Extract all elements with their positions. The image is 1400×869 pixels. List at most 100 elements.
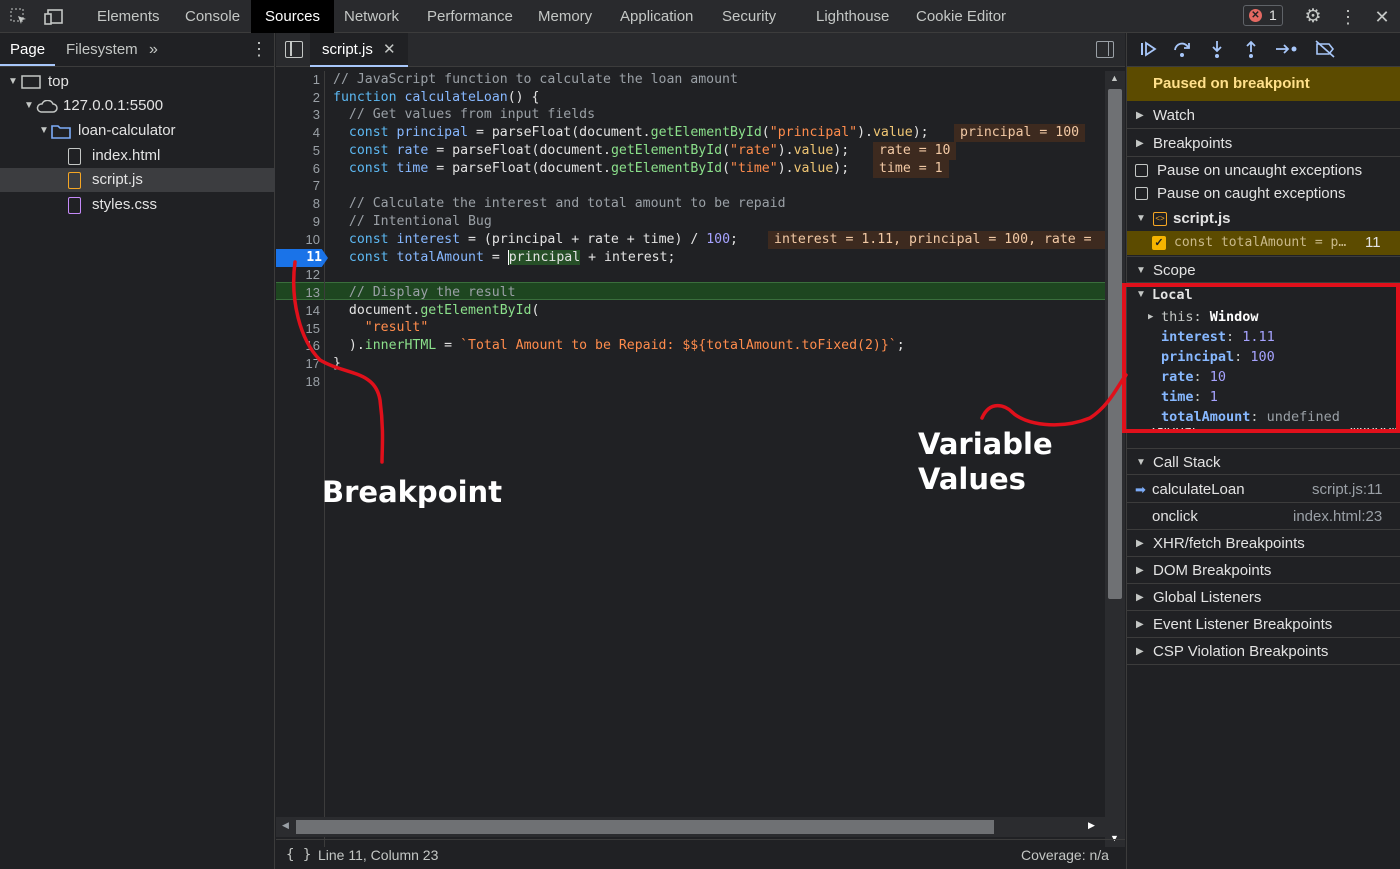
step-icon[interactable] bbox=[1274, 39, 1297, 61]
scope-variable[interactable]: principal: 100 bbox=[1161, 347, 1275, 367]
call-frame[interactable]: ➡ calculateLoan script.js:11 bbox=[1127, 476, 1400, 503]
section-dom-breakpoints[interactable]: ▶ DOM Breakpoints bbox=[1127, 557, 1400, 584]
section-global-listeners[interactable]: ▶ Global Listeners bbox=[1127, 584, 1400, 611]
tab-application[interactable]: Application bbox=[620, 0, 693, 33]
more-options-icon[interactable]: ⋮ bbox=[1338, 7, 1358, 27]
toggle-debugger-icon[interactable] bbox=[1096, 41, 1114, 58]
section-watch[interactable]: ▶ Watch bbox=[1127, 102, 1400, 129]
scope-variable[interactable]: interest: 1.11 bbox=[1161, 327, 1275, 347]
line-number[interactable]: 17 bbox=[280, 355, 320, 373]
section-xhr-breakpoints[interactable]: ▶ XHR/fetch Breakpoints bbox=[1127, 530, 1400, 557]
tab-network[interactable]: Network bbox=[344, 0, 399, 33]
call-frame-location[interactable]: script.js:11 bbox=[1312, 476, 1383, 503]
vertical-scrollbar[interactable]: ▲ ▼ bbox=[1105, 71, 1125, 847]
scope-value: undefined bbox=[1266, 409, 1340, 425]
resume-icon[interactable] bbox=[1137, 39, 1159, 61]
scope-local[interactable]: ▼ Local bbox=[1127, 284, 1400, 306]
tab-cookie-editor[interactable]: Cookie Editor bbox=[916, 0, 1006, 33]
checkmark-icon[interactable]: ✓ bbox=[1152, 236, 1166, 250]
code-line: // Calculate the interest and total amou… bbox=[348, 196, 786, 211]
tab-sources[interactable]: Sources bbox=[251, 0, 335, 33]
tab-page[interactable]: Page bbox=[0, 33, 56, 66]
line-number[interactable]: 4 bbox=[280, 124, 320, 142]
scope-this[interactable]: ▶ this: Window bbox=[1148, 307, 1259, 327]
tab-performance[interactable]: Performance bbox=[427, 0, 513, 33]
step-over-icon[interactable] bbox=[1171, 39, 1193, 61]
line-number[interactable]: 18 bbox=[280, 373, 320, 391]
step-out-icon[interactable] bbox=[1240, 39, 1262, 61]
line-number[interactable]: 6 bbox=[280, 160, 320, 178]
inspect-element-icon[interactable] bbox=[9, 7, 29, 27]
tree-item-top[interactable]: ▼ top bbox=[0, 70, 275, 94]
line-number[interactable]: 2 bbox=[280, 89, 320, 107]
inline-value-time: time = 1 bbox=[873, 160, 949, 178]
tree-item-script-js[interactable]: script.js bbox=[0, 168, 275, 192]
tab-security[interactable]: Security bbox=[722, 0, 776, 33]
scope-value: 100 bbox=[1250, 349, 1275, 365]
tree-item-folder[interactable]: ▼ loan-calculator bbox=[0, 119, 275, 143]
pause-uncaught-exceptions[interactable]: Pause on uncaught exceptions bbox=[1127, 159, 1400, 182]
line-number[interactable]: 7 bbox=[280, 177, 320, 195]
call-frame[interactable]: onclick index.html:23 bbox=[1127, 503, 1400, 530]
deactivate-breakpoints-icon[interactable] bbox=[1314, 39, 1336, 61]
scope-variable[interactable]: totalAmount: undefined bbox=[1161, 407, 1340, 427]
more-tabs-chevron-icon[interactable]: » bbox=[149, 33, 158, 66]
toggle-navigator-icon[interactable] bbox=[285, 41, 303, 58]
line-number-gutter[interactable]: 1 2 3 4 5 6 7 8 9 10 12 13 14 15 16 17 1… bbox=[276, 71, 325, 847]
tree-item-styles-css[interactable]: styles.css bbox=[0, 193, 275, 217]
close-tab-icon[interactable]: ✕ bbox=[383, 41, 396, 58]
pause-caught-exceptions[interactable]: Pause on caught exceptions bbox=[1127, 182, 1400, 205]
line-number[interactable]: 1 bbox=[280, 71, 320, 89]
editor-file-tab[interactable]: script.js ✕ bbox=[310, 33, 408, 67]
settings-gear-icon[interactable]: ⚙ bbox=[1303, 7, 1323, 27]
section-call-stack[interactable]: ▼ Call Stack bbox=[1127, 448, 1400, 475]
tab-elements[interactable]: Elements bbox=[97, 0, 160, 33]
scroll-right-arrow-icon[interactable]: ▶ bbox=[1088, 820, 1095, 831]
line-number[interactable]: 15 bbox=[280, 320, 320, 338]
vertical-scroll-thumb[interactable] bbox=[1108, 89, 1122, 599]
line-number[interactable]: 16 bbox=[280, 337, 320, 355]
line-number[interactable]: 3 bbox=[280, 106, 320, 124]
error-count-badge[interactable]: ✕ 1 bbox=[1243, 5, 1283, 26]
breakpoint-marker[interactable]: 11 bbox=[276, 249, 328, 267]
device-toolbar-icon[interactable] bbox=[43, 7, 63, 27]
pretty-print-icon[interactable]: { } bbox=[286, 840, 311, 869]
line-number[interactable]: 8 bbox=[280, 195, 320, 213]
checkbox[interactable] bbox=[1135, 187, 1148, 200]
scope-variable[interactable]: time: 1 bbox=[1161, 387, 1218, 407]
tab-filesystem[interactable]: Filesystem bbox=[66, 33, 138, 66]
horizontal-scrollbar[interactable]: ◀ ▶ bbox=[276, 817, 1105, 837]
line-number[interactable]: 5 bbox=[280, 142, 320, 160]
tree-item-host[interactable]: ▼ 127.0.0.1:5500 bbox=[0, 94, 275, 118]
code-line: function calculateLoan() { bbox=[333, 90, 540, 105]
line-number[interactable]: 14 bbox=[280, 302, 320, 320]
scope-value: 1 bbox=[1209, 389, 1218, 405]
coverage-status[interactable]: Coverage: n/a bbox=[1021, 840, 1109, 869]
tab-console[interactable]: Console bbox=[185, 0, 240, 33]
horizontal-scroll-thumb[interactable] bbox=[296, 820, 994, 834]
breakpoint-entry[interactable]: ✓ const totalAmount = p… 11 bbox=[1127, 231, 1400, 255]
call-frame-location[interactable]: index.html:23 bbox=[1293, 503, 1382, 530]
scroll-up-arrow-icon[interactable]: ▲ bbox=[1110, 73, 1119, 83]
section-csp-violation-breakpoints[interactable]: ▶ CSP Violation Breakpoints bbox=[1127, 638, 1400, 665]
scope-variable[interactable]: rate: 10 bbox=[1161, 367, 1226, 387]
section-event-listener-breakpoints[interactable]: ▶ Event Listener Breakpoints bbox=[1127, 611, 1400, 638]
section-scope[interactable]: ▼ Scope bbox=[1127, 256, 1400, 283]
line-number[interactable]: 12 bbox=[280, 266, 320, 284]
tree-item-index-html[interactable]: index.html bbox=[0, 144, 275, 168]
step-into-icon[interactable] bbox=[1206, 39, 1228, 61]
current-frame-arrow-icon: ➡ bbox=[1135, 482, 1146, 497]
line-number[interactable]: 13 bbox=[280, 284, 320, 302]
tab-lighthouse[interactable]: Lighthouse bbox=[816, 0, 889, 33]
line-number[interactable]: 10 bbox=[280, 231, 320, 249]
tab-memory[interactable]: Memory bbox=[538, 0, 592, 33]
inline-value-interest: interest = 1.11, principal = 100, rate = bbox=[768, 231, 1105, 249]
scope-global[interactable]: Global Window bbox=[1127, 428, 1400, 442]
navigator-menu-icon[interactable]: ⋮ bbox=[250, 33, 268, 66]
scroll-left-arrow-icon[interactable]: ◀ bbox=[282, 820, 289, 831]
breakpoint-file-group[interactable]: ▼ <> script.js bbox=[1127, 207, 1400, 231]
checkbox[interactable] bbox=[1135, 164, 1148, 177]
section-breakpoints[interactable]: ▶ Breakpoints bbox=[1127, 130, 1400, 157]
close-devtools-icon[interactable]: ✕ bbox=[1372, 7, 1392, 27]
line-number[interactable]: 9 bbox=[280, 213, 320, 231]
